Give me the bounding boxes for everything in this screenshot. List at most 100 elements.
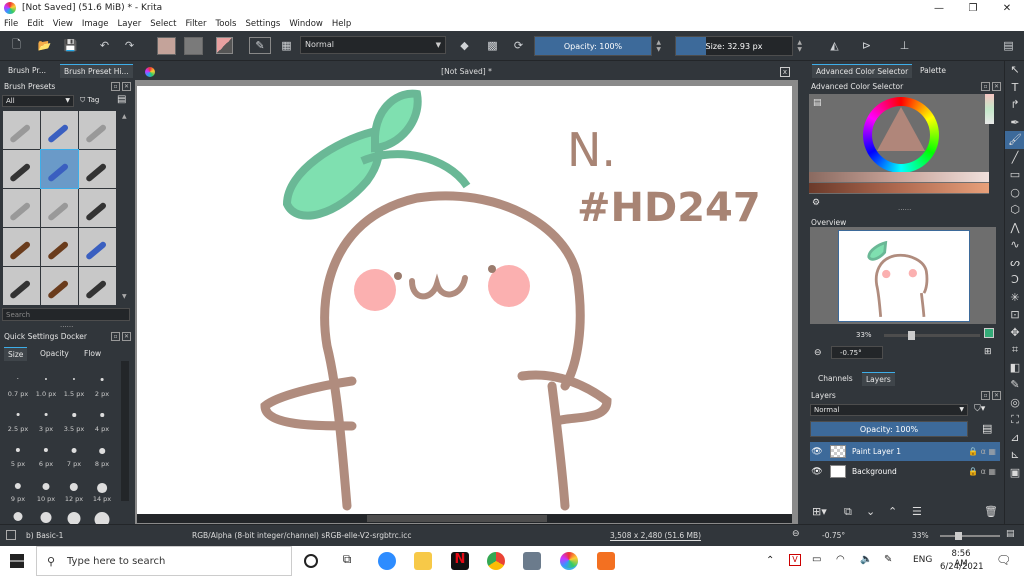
mirror-vertical-icon[interactable]: ⊳ [858,37,875,54]
layer-row[interactable]: 👁 Background 🔒 α ▦ [810,462,1000,481]
brush-preset-tile[interactable] [79,189,116,227]
size-preset-cell[interactable]: 14 px [88,475,116,510]
multibrush-icon[interactable]: ✳ [1005,289,1024,307]
zoom-app-icon[interactable] [378,552,396,570]
rectangle-tool-icon[interactable]: ▭ [1005,166,1024,184]
layer-filter-icon[interactable]: ⛉▾ [974,404,985,414]
color-settings-icon[interactable]: ⚙ [812,198,820,208]
menu-window[interactable]: Window [289,19,323,29]
layer-properties-icon[interactable]: ☰ [912,505,922,518]
layer-lock-icons[interactable]: 🔒 α ▦ [968,467,996,476]
brush-preset-tile[interactable] [41,189,78,227]
shade-gradient-bar[interactable] [809,183,989,193]
open-document-icon[interactable]: 📂 [36,37,53,54]
add-layer-icon[interactable]: ⊞▾ [812,505,827,518]
volume-icon[interactable]: 🔈 [860,554,872,565]
size-preset-cell[interactable]: 4 px [88,405,116,440]
rotation-input[interactable]: -0.75° [831,346,883,359]
alpha-lock-icon[interactable]: ▩ [484,37,501,54]
mirror-horizontal-icon[interactable]: ◭ [826,37,843,54]
color-selector-area[interactable]: ▤ [809,94,994,194]
move-down-icon[interactable]: ⌄ [866,505,875,518]
move-tool-icon[interactable]: ✥ [1005,324,1024,342]
krita-taskbar-icon[interactable] [560,552,578,570]
tag-button[interactable]: ⛉ Tag [80,96,99,105]
freehand-brush-icon[interactable]: 🖌 [1005,131,1024,149]
brush-preset-tile[interactable] [79,111,116,149]
float-docker-icon[interactable]: ▫ [981,82,990,91]
line-tool-icon[interactable]: ╱ [1005,149,1024,167]
show-hidden-icons-icon[interactable]: ⌃ [766,555,774,566]
reference-tool-icon[interactable]: ▣ [1005,464,1024,482]
close-docker-icon[interactable]: ✕ [992,82,1001,91]
splitter-handle[interactable]: ······ [60,323,73,331]
dynamic-brush-icon[interactable]: Ↄ [1005,271,1024,289]
tab-channels[interactable]: Channels [814,372,857,385]
wrap-around-icon[interactable]: ⊥ [896,37,913,54]
menu-help[interactable]: Help [332,19,351,29]
horizontal-scrollbar[interactable] [137,514,792,523]
settings-toolbar-icon[interactable]: ▤ [1000,37,1017,54]
drawing-canvas[interactable]: N. #HD247 [137,86,792,514]
layer-properties-icon[interactable]: ▤ [982,422,992,435]
layer-blend-select[interactable]: Normal ▼ [810,404,968,416]
size-preset-cell[interactable]: 0.7 px [4,370,32,405]
menu-image[interactable]: Image [82,19,109,29]
language-indicator[interactable]: ENG [913,555,932,565]
size-slider[interactable]: Size: 32.93 px ▲ ▼ [675,36,802,56]
layer-lock-icons[interactable]: 🔒 α ▦ [968,447,996,456]
chrome-icon[interactable] [487,552,505,570]
visibility-eye-icon[interactable]: 👁 [810,467,824,477]
bezier-tool-icon[interactable]: ∿ [1005,236,1024,254]
scroll-down-icon[interactable]: ▼ [122,293,127,300]
size-preset-cell[interactable] [4,510,32,524]
document-tab[interactable]: [Not Saved] * x [135,64,798,80]
layer-row[interactable]: 👁 Paint Layer 1 🔒 α ▦ [810,442,1000,461]
brush-preset-icon[interactable]: ✎ [249,37,271,54]
pattern-grid-icon[interactable]: ▦ [278,37,295,54]
brush-preset-tile[interactable] [3,189,40,227]
brush-preset-tile[interactable] [40,149,79,189]
zoom-reset-icon[interactable] [984,328,994,338]
zoom-slider[interactable] [884,331,980,340]
delete-layer-icon[interactable]: 🗑 [984,505,998,518]
tab-brush-preset-history[interactable]: Brush Preset Hi... [60,64,133,78]
file-explorer-icon[interactable] [414,552,432,570]
size-preset-cell[interactable]: 5 px [4,440,32,475]
assistant-tool-icon[interactable]: ⊿ [1005,429,1024,447]
calligraphy-icon[interactable]: ✒ [1005,114,1024,132]
menu-tools[interactable]: Tools [216,19,237,29]
background-color-swatch[interactable] [184,37,203,55]
ellipse-tool-icon[interactable]: ○ [1005,184,1024,202]
close-docker-icon[interactable]: ✕ [122,332,131,341]
minimize-button[interactable]: — [922,0,956,16]
tab-flow[interactable]: Flow [80,347,105,360]
polygon-tool-icon[interactable]: ⬡ [1005,201,1024,219]
float-docker-icon[interactable]: ▫ [111,332,120,341]
wifi-icon[interactable]: ◠ [836,554,845,565]
cortana-icon[interactable] [304,554,318,568]
rotate-icon[interactable]: ⊖ [814,348,822,358]
swap-colors-icon[interactable] [216,37,233,54]
size-preset-cell[interactable]: 10 px [32,475,60,510]
size-preset-cell[interactable]: 2 px [88,370,116,405]
close-window-button[interactable]: ✕ [990,0,1024,16]
new-document-icon[interactable]: 🗋 [8,37,25,54]
mirror-view-icon[interactable]: ⊞ [984,347,992,357]
size-preset-cell[interactable]: 2.5 px [4,405,32,440]
close-docker-icon[interactable]: ✕ [122,82,131,91]
close-docker-icon[interactable]: ✕ [992,391,1001,400]
size-preset-cell[interactable] [32,510,60,524]
save-icon[interactable]: 💾 [62,37,79,54]
saturation-triangle[interactable] [877,107,925,151]
brush-search-input[interactable]: Search [2,308,130,321]
foreground-color-swatch[interactable] [157,37,176,55]
color-selector-settings-icon[interactable]: ▤ [813,98,822,108]
size-spin-icon[interactable]: ▲ ▼ [797,39,802,53]
fill-tool-icon[interactable]: ⛶ [1005,411,1024,429]
pen-icon[interactable]: ✎ [884,554,892,565]
brush-preset-tile[interactable] [3,150,40,188]
rotate-icon[interactable]: ⊖ [792,529,800,539]
brush-view-options-icon[interactable]: ▤ [117,94,126,105]
battery-icon[interactable]: ▭ [812,554,821,565]
